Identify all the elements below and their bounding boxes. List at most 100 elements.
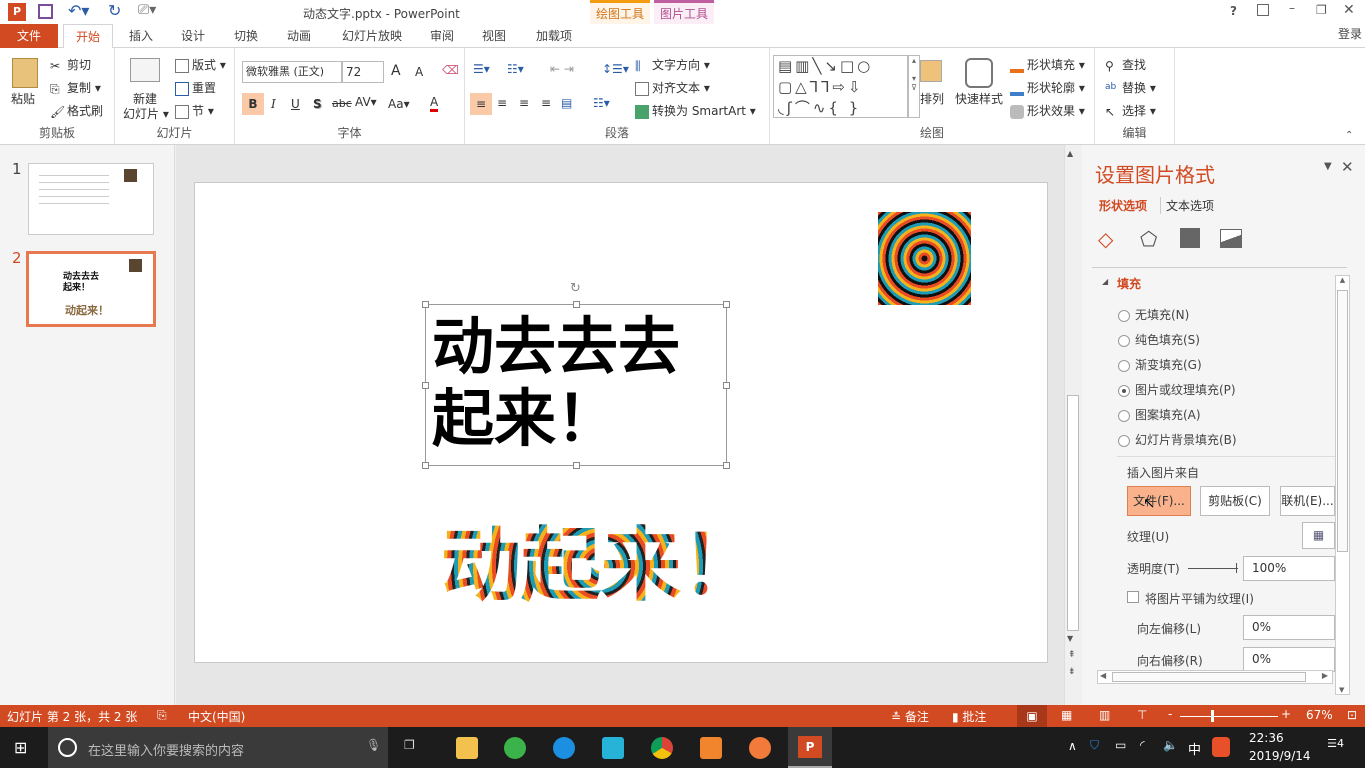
volume-icon[interactable]: 🔈 (1163, 738, 1178, 752)
network-icon[interactable]: ◜ (1140, 738, 1145, 752)
scroll-left-icon[interactable]: ◀ (1100, 671, 1106, 680)
chrome-icon[interactable] (651, 737, 673, 759)
scroll-right-icon[interactable]: ▶ (1322, 671, 1328, 680)
radio-solid-fill[interactable]: 纯色填充(S) (1118, 331, 1200, 348)
close-button[interactable]: ✕ (1343, 2, 1355, 18)
tab-slideshow[interactable]: 幻灯片放映 (334, 24, 410, 48)
tab-view[interactable]: 视图 (472, 24, 516, 48)
replace-button[interactable]: ab 替换 ▾ (1105, 79, 1156, 96)
ime-indicator[interactable]: 中 (1188, 739, 1201, 758)
pane-horizontal-scrollbar[interactable]: ◀ ▶ (1097, 670, 1333, 684)
radio-background-fill[interactable]: 幻灯片背景填充(B) (1118, 431, 1237, 448)
zoom-slider-thumb[interactable] (1211, 710, 1214, 722)
font-size-select[interactable]: 72 (342, 61, 384, 83)
shape-outline-button[interactable]: 形状轮廓 ▾ (1010, 79, 1085, 96)
resize-handle[interactable] (422, 301, 429, 308)
swirl-picture[interactable] (878, 212, 971, 305)
reset-button[interactable]: 重置 (175, 79, 216, 96)
previous-slide-icon[interactable]: ⇞ (1068, 650, 1076, 660)
shrink-font-button[interactable]: A (415, 65, 423, 79)
pane-close-icon[interactable]: ✕ (1341, 158, 1354, 176)
scroll-up-icon[interactable]: ▲ (1067, 149, 1073, 158)
pane-options-icon[interactable]: ▼ (1324, 161, 1332, 172)
selected-textbox[interactable]: 动去去去 起来！ ↻ (422, 281, 730, 469)
line-spacing-button[interactable]: ↕☰▾ (602, 62, 629, 76)
char-spacing-button[interactable]: AV▾ (355, 95, 377, 109)
text-direction-button[interactable]: ⫼ 文字方向 ▾ (635, 56, 710, 73)
app-icon-2[interactable] (749, 737, 771, 759)
clear-format-icon[interactable]: ⌫ (442, 63, 459, 77)
spellcheck-icon[interactable]: ⎘ (157, 708, 167, 723)
tab-design[interactable]: 设计 (170, 24, 216, 48)
action-center-icon[interactable]: ☰4 (1322, 737, 1344, 759)
shapes-gallery[interactable]: ▤▥╲↘□○ ▢△⅂⅂⇨⇩ ◟ʃ⌒∿{ } (773, 55, 908, 118)
select-button[interactable]: ↖ 选择 ▾ (1105, 102, 1156, 119)
slide-thumbnail-1[interactable] (28, 163, 154, 235)
file-button[interactable]: 文件(F)... (1127, 486, 1191, 516)
help-button[interactable]: ? (1230, 4, 1237, 18)
redo-icon[interactable]: ↻ (108, 1, 121, 20)
language-indicator[interactable]: 中文(中国) (188, 708, 245, 725)
font-name-select[interactable]: 微软雅黑 (正文) (242, 61, 342, 83)
ribbon-display-icon[interactable] (1257, 4, 1269, 16)
slideshow-button[interactable]: ⊤ (1137, 708, 1147, 722)
effects-icon[interactable]: ⬠ (1140, 227, 1157, 251)
resize-handle[interactable] (422, 462, 429, 469)
transparency-slider[interactable] (1188, 568, 1238, 569)
clipboard-button[interactable]: 剪贴板(C) (1200, 486, 1270, 516)
grow-font-button[interactable]: A (391, 63, 401, 79)
tab-insert[interactable]: 插入 (118, 24, 164, 48)
radio-picture-fill[interactable]: 图片或纹理填充(P) (1118, 381, 1236, 398)
textbox-content[interactable]: 动去去去 起来！ (426, 305, 726, 455)
slide-vertical-scrollbar[interactable]: ▲ ▼ ⇞ ⇟ (1064, 145, 1081, 705)
font-color-button[interactable]: A (430, 95, 439, 112)
collapse-triangle-icon[interactable]: ◢ (1102, 277, 1108, 286)
tab-file[interactable]: 文件 (0, 24, 58, 48)
numbering-button[interactable]: ☷▾ (507, 62, 524, 76)
indent-buttons[interactable]: ⇤ ⇥ (550, 62, 574, 76)
app-icon[interactable] (700, 737, 722, 759)
offset-left-input[interactable]: 0% (1243, 615, 1335, 640)
wechat-icon[interactable] (504, 737, 526, 759)
tab-shape-options[interactable]: 形状选项 (1099, 197, 1147, 214)
justify-button[interactable]: ≡ (541, 96, 551, 110)
layout-button[interactable]: 版式 ▾ (175, 56, 226, 73)
tab-text-options[interactable]: 文本选项 (1160, 197, 1214, 214)
bullets-button[interactable]: ☰▾ (473, 62, 490, 76)
align-text-button[interactable]: 对齐文本 ▾ (635, 79, 710, 96)
pane-scrollbar[interactable]: ▲ ▼ (1335, 275, 1350, 695)
pane-scroll-up-icon[interactable]: ▲ (1336, 276, 1349, 284)
quick-styles-button[interactable]: 快速样式 (955, 90, 1003, 107)
pane-scroll-down-icon[interactable]: ▼ (1339, 686, 1344, 694)
italic-button[interactable]: I (271, 97, 276, 111)
collapse-ribbon-icon[interactable]: ⌃ (1345, 130, 1353, 141)
slide[interactable]: 动去去去 起来！ ↻ 动起来！ (194, 182, 1048, 663)
resize-handle[interactable] (573, 462, 580, 469)
slide-thumbnail-2[interactable]: 动去去去 起来！ 动起来！ (26, 251, 156, 327)
pane-scroll-thumb[interactable] (1337, 290, 1348, 552)
format-painter-button[interactable]: 🖌 格式刷 (50, 102, 103, 119)
shape-fill-button[interactable]: 形状填充 ▾ (1010, 56, 1085, 73)
microphone-icon[interactable]: 🎙 (366, 738, 381, 752)
align-center-button[interactable]: ≡ (497, 96, 507, 110)
zoom-level[interactable]: 67% (1306, 708, 1333, 722)
presentation-icon[interactable]: ⎚▾ (138, 2, 156, 18)
smartart-button[interactable]: 转换为 SmartArt ▾ (635, 102, 756, 119)
fit-to-window-icon[interactable]: ⊡ (1347, 708, 1357, 722)
clock-date[interactable]: 2019/9/14 (1249, 749, 1311, 763)
tab-home[interactable]: 开始 (63, 24, 113, 49)
clock-time[interactable]: 22:36 (1249, 731, 1284, 745)
slide-sorter-button[interactable]: ▦ (1061, 708, 1072, 722)
radio-gradient-fill[interactable]: 渐变填充(G) (1118, 356, 1202, 373)
normal-view-button[interactable]: ▣ (1017, 705, 1047, 727)
paste-button[interactable]: 粘贴 (11, 90, 35, 107)
bold-button[interactable]: B (242, 93, 264, 115)
resize-handle[interactable] (422, 382, 429, 389)
online-button[interactable]: 联机(E)... (1280, 486, 1335, 516)
find-button[interactable]: ⚲ 查找 (1105, 56, 1146, 73)
underline-button[interactable]: U (291, 97, 300, 111)
battery-icon[interactable]: ▭ (1115, 738, 1126, 752)
taskbar-search-box[interactable]: 在这里输入你要搜索的内容 🎙 (48, 727, 388, 768)
file-explorer-icon[interactable] (456, 737, 478, 759)
resize-handle[interactable] (723, 462, 730, 469)
